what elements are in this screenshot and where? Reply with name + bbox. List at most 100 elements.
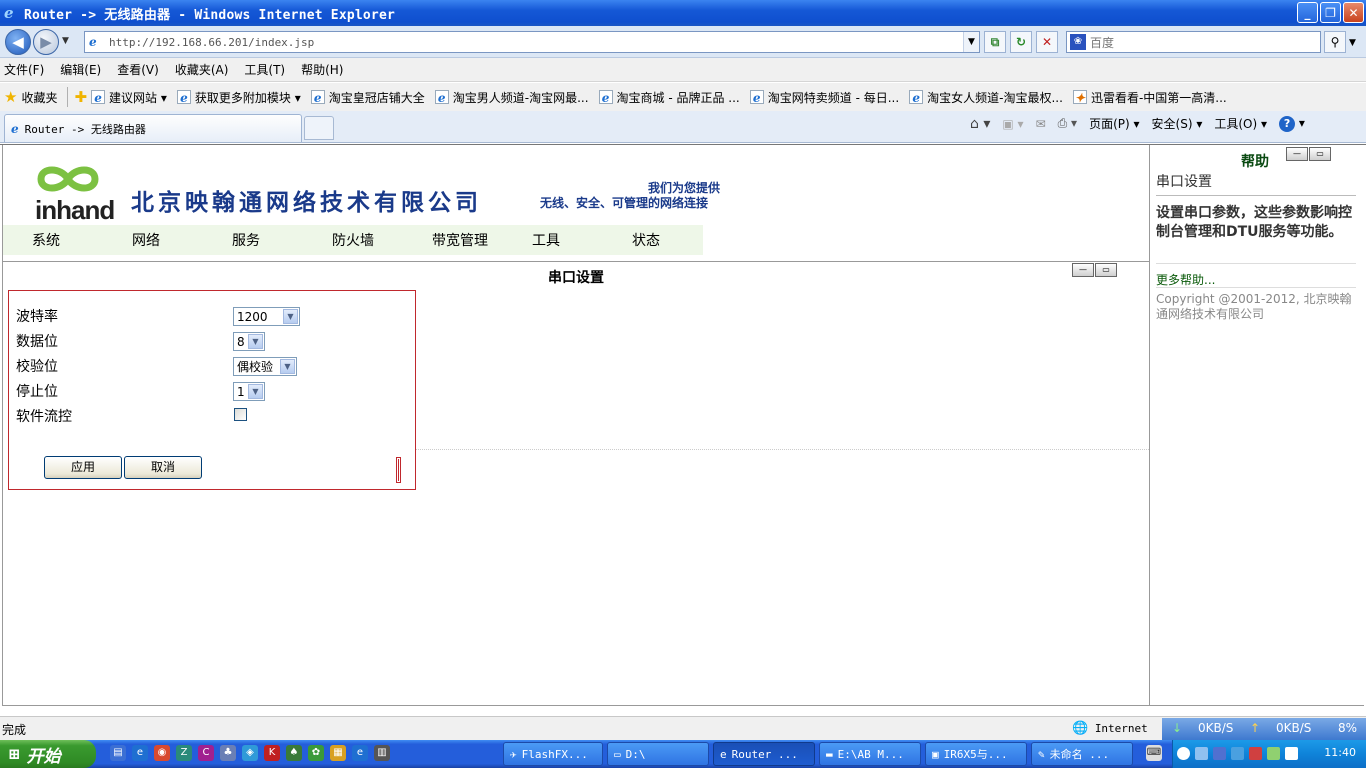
favorite-link[interactable]: e 获取更多附加模块 ▾	[176, 89, 301, 106]
nav-services[interactable]: 服务	[232, 230, 260, 250]
history-dropdown-icon[interactable]: ▼	[62, 36, 69, 46]
tray-arrow-icon[interactable]	[1177, 747, 1190, 760]
favorite-link[interactable]: e 淘宝商城 - 品牌正品 ...	[598, 89, 740, 106]
feeds-icon[interactable]: ▣ ▾	[1002, 117, 1023, 131]
more-help-link[interactable]: 更多帮助...	[1156, 271, 1215, 288]
maximize-button[interactable]: ❐	[1320, 2, 1341, 23]
add-favorite-icon[interactable]: ✚	[74, 88, 87, 106]
baud-rate-select[interactable]: 1200 ▼	[233, 307, 300, 326]
wifi-icon[interactable]	[1267, 747, 1280, 760]
menu-edit[interactable]: 编辑(E)	[60, 61, 101, 78]
security-center-icon[interactable]	[1285, 747, 1298, 760]
help-minimize-button[interactable]: —	[1286, 147, 1308, 161]
tab-router[interactable]: e Router -> 无线路由器	[4, 114, 302, 142]
chrome-icon[interactable]: ◉	[154, 745, 170, 761]
ie-page-icon: e	[310, 90, 325, 105]
stop-icon[interactable]: ✕	[1036, 31, 1058, 53]
print-icon[interactable]: ⎙ ▾	[1058, 116, 1077, 131]
bluetooth-icon[interactable]	[1213, 747, 1226, 760]
favorite-link[interactable]: ✦ 迅雷看看-中国第一高清...	[1072, 89, 1227, 106]
taskbar-item[interactable]: ✈ FlashFX...	[503, 742, 603, 766]
nav-tools[interactable]: 工具	[532, 230, 560, 250]
close-button[interactable]: ✕	[1343, 2, 1364, 23]
safety-menu[interactable]: 安全(S) ▾	[1152, 115, 1203, 132]
scroll-marker	[396, 457, 401, 483]
data-bits-select[interactable]: 8 ▼	[233, 332, 265, 351]
favorite-link[interactable]: e 淘宝男人频道-淘宝网最...	[434, 89, 589, 106]
network-icon[interactable]	[1195, 747, 1208, 760]
keyboard-icon[interactable]: ⌨	[1146, 745, 1162, 761]
favorite-link[interactable]: e 淘宝皇冠店铺大全	[310, 89, 425, 106]
ie-page-icon: e	[91, 90, 106, 105]
forward-button[interactable]: ▶	[33, 29, 59, 55]
url-text[interactable]: http://192.168.66.201/index.jsp	[109, 36, 314, 49]
stop-bits-select[interactable]: 1 ▼	[233, 382, 265, 401]
minimize-button[interactable]: _	[1297, 2, 1318, 23]
help-maximize-button[interactable]: ▭	[1309, 147, 1331, 161]
new-tab-button[interactable]	[304, 116, 334, 140]
favorite-link[interactable]: e 淘宝网特卖频道 - 每日...	[749, 89, 899, 106]
menu-favorites[interactable]: 收藏夹(A)	[175, 61, 229, 78]
refresh-icon[interactable]: ↻	[1010, 31, 1032, 53]
address-bar[interactable]: e http://192.168.66.201/index.jsp ▼	[84, 31, 980, 53]
start-button[interactable]: ⊞ 开始	[0, 740, 96, 768]
search-field[interactable]: ❀ 百度	[1066, 31, 1321, 53]
xunlei-icon: ✦	[1072, 90, 1087, 105]
taskbar-item-active[interactable]: e Router ...	[713, 742, 815, 766]
compatibility-view-icon[interactable]: ⧉	[984, 31, 1006, 53]
task-label: D:\	[625, 747, 646, 761]
apply-button[interactable]: 应用	[44, 456, 122, 479]
menu-view[interactable]: 查看(V)	[117, 61, 159, 78]
mail-icon[interactable]: ✉	[1036, 117, 1046, 131]
nav-network[interactable]: 网络	[132, 230, 160, 250]
app-icon[interactable]: ▥	[374, 745, 390, 761]
ie-quicklaunch-icon[interactable]: e	[132, 745, 148, 761]
address-dropdown-icon[interactable]: ▼	[963, 32, 979, 52]
panel-maximize-button[interactable]: ▭	[1095, 263, 1117, 277]
ie-page-icon: e	[598, 90, 613, 105]
search-dropdown-icon[interactable]: ▼	[1349, 38, 1356, 48]
tools-menu[interactable]: 工具(O) ▾	[1214, 115, 1267, 132]
window-title: Router -> 无线路由器 - Windows Internet Explo…	[24, 7, 396, 23]
nav-firewall[interactable]: 防火墙	[332, 230, 374, 250]
search-icon[interactable]: ⚲	[1324, 31, 1346, 53]
page-menu[interactable]: 页面(P) ▾	[1089, 115, 1139, 132]
security-zone[interactable]: 🌐 Internet	[1072, 721, 1148, 736]
app-icon[interactable]: ✿	[308, 745, 324, 761]
antivirus-icon[interactable]	[1249, 747, 1262, 760]
app-icon[interactable]: ♣	[220, 745, 236, 761]
divider	[416, 449, 1149, 450]
taskbar-item[interactable]: ▭ D:\	[607, 742, 709, 766]
favorites-star-icon[interactable]: ★	[4, 88, 17, 106]
panel-minimize-button[interactable]: —	[1072, 263, 1094, 277]
flow-control-checkbox[interactable]	[234, 408, 247, 421]
favorite-link[interactable]: e 建议网站 ▾	[91, 89, 167, 106]
shield-icon[interactable]	[1231, 747, 1244, 760]
taskbar-item[interactable]: ▬ E:\AB M...	[819, 742, 921, 766]
app-icon[interactable]: C	[198, 745, 214, 761]
nav-status[interactable]: 状态	[632, 230, 660, 250]
app-icon[interactable]: K	[264, 745, 280, 761]
app-icon[interactable]: ▦	[330, 745, 346, 761]
help-menu[interactable]: ? ▾	[1279, 115, 1305, 132]
taskbar-item[interactable]: ▣ IR6X5与...	[925, 742, 1027, 766]
clock[interactable]: 11:40	[1324, 746, 1356, 759]
show-desktop-icon[interactable]: ▤	[110, 745, 126, 761]
home-icon[interactable]: ⌂ ▾	[970, 116, 990, 132]
back-button[interactable]: ◀	[5, 29, 31, 55]
menu-tools[interactable]: 工具(T)	[244, 61, 285, 78]
taskbar-item[interactable]: ✎ 未命名 ...	[1031, 742, 1133, 766]
nav-bandwidth[interactable]: 带宽管理	[432, 230, 488, 250]
app-icon[interactable]: Z	[176, 745, 192, 761]
parity-select[interactable]: 偶校验 ▼	[233, 357, 297, 376]
app-icon[interactable]: ♠	[286, 745, 302, 761]
tab-bar: e Router -> 无线路由器 ⌂ ▾ ▣ ▾ ✉ ⎙ ▾ 页面(P) ▾ …	[0, 111, 1366, 143]
app-icon[interactable]: e	[352, 745, 368, 761]
app-icon[interactable]: ◈	[242, 745, 258, 761]
cancel-button[interactable]: 取消	[124, 456, 202, 479]
favorite-link[interactable]: e 淘宝女人频道-淘宝最权...	[909, 89, 1063, 106]
favorites-label[interactable]: 收藏夹	[21, 89, 57, 106]
menu-file[interactable]: 文件(F)	[4, 61, 44, 78]
menu-help[interactable]: 帮助(H)	[301, 61, 343, 78]
nav-system[interactable]: 系统	[32, 230, 60, 250]
